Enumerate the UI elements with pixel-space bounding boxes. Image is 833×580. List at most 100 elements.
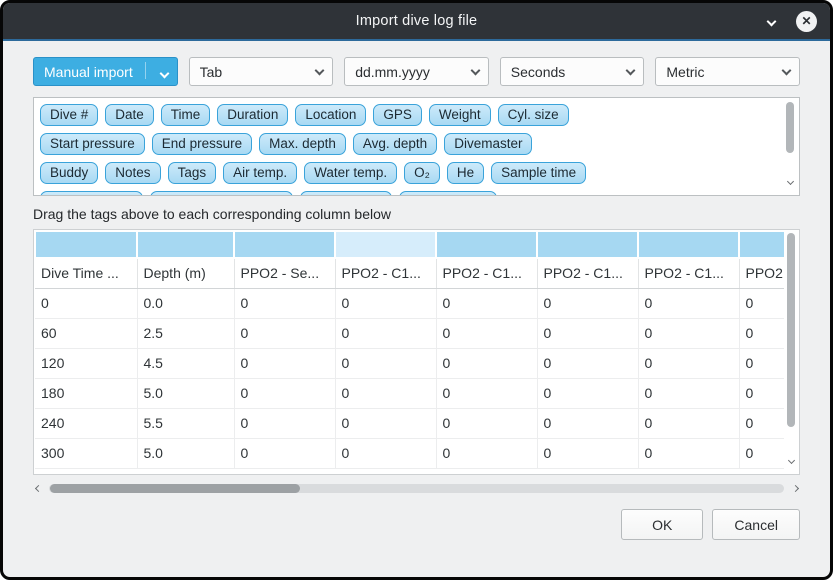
column-drop-cell[interactable]: [234, 231, 335, 258]
chevron-down-icon: [464, 67, 479, 74]
tag-pill[interactable]: Weight: [429, 104, 491, 126]
table-cell: 0: [335, 438, 436, 468]
table-cell: 0: [234, 438, 335, 468]
column-header: Depth (m): [137, 258, 234, 288]
table-cell: 0: [335, 318, 436, 348]
duration-format-value: Seconds: [511, 64, 565, 80]
column-drop-cell[interactable]: [335, 231, 436, 258]
tag-pill[interactable]: Location: [295, 104, 366, 126]
table-cell: 0: [739, 438, 784, 468]
table-cell: 120: [35, 348, 137, 378]
ok-button[interactable]: OK: [621, 509, 703, 540]
tag-pill[interactable]: Sample temperature: [150, 191, 292, 195]
column-header: PPO2 - C1...: [335, 258, 436, 288]
column-drop-cell[interactable]: [638, 231, 739, 258]
tag-pill[interactable]: O₂: [404, 162, 440, 184]
tag-pill[interactable]: Water temp.: [304, 162, 397, 184]
tag-pill[interactable]: Start pressure: [40, 133, 145, 155]
table-cell: 0: [537, 378, 638, 408]
tag-pill[interactable]: Sample CNS: [399, 191, 497, 195]
table-cell: 0: [234, 318, 335, 348]
table-row: 1204.5000000: [35, 348, 784, 378]
tag-row: Dive # Date Time Duration Location GPS Weight C…: [40, 104, 779, 126]
cancel-button[interactable]: Cancel: [712, 509, 800, 540]
chevron-down-icon: [787, 178, 794, 185]
date-format-value: dd.mm.yyyy: [355, 64, 430, 80]
table-cell: 0: [335, 288, 436, 318]
tag-pill[interactable]: He: [447, 162, 484, 184]
date-format-select[interactable]: dd.mm.yyyy: [344, 57, 489, 86]
close-button[interactable]: ✕: [796, 11, 817, 32]
table-row: 1805.0000000: [35, 378, 784, 408]
tag-pill[interactable]: Avg. depth: [353, 133, 437, 155]
tag-pill[interactable]: End pressure: [152, 133, 252, 155]
column-drop-cell[interactable]: [137, 231, 234, 258]
tag-pill[interactable]: Notes: [105, 162, 160, 184]
table-cell: 0: [638, 318, 739, 348]
duration-format-select[interactable]: Seconds: [500, 57, 645, 86]
tag-pill[interactable]: Tags: [168, 162, 217, 184]
tag-pill[interactable]: Buddy: [40, 162, 98, 184]
tag-row: Buddy Notes Tags Air temp. Water temp. O₂ He Sa…: [40, 162, 779, 184]
chevron-down-icon: [775, 67, 790, 74]
table-cell: 300: [35, 438, 137, 468]
table-row: 00.0000000: [35, 288, 784, 318]
table-cell: 0: [436, 438, 537, 468]
table-cell: 0: [739, 378, 784, 408]
tag-pill[interactable]: Date: [105, 104, 154, 126]
hscroll-track[interactable]: [49, 484, 784, 493]
table-cell: 0: [537, 318, 638, 348]
column-drop-cell[interactable]: [436, 231, 537, 258]
tag-pill[interactable]: Dive #: [40, 104, 98, 126]
import-mode-select[interactable]: Manual import: [33, 57, 178, 86]
tag-area-scrollbar[interactable]: [784, 100, 797, 193]
table-cell: 0: [739, 348, 784, 378]
column-drop-cell[interactable]: [537, 231, 638, 258]
tag-pill[interactable]: Sample pO₂: [300, 191, 393, 195]
table-cell: 0: [234, 378, 335, 408]
tag-pill[interactable]: Air temp.: [223, 162, 297, 184]
table-cell: 5.0: [137, 378, 234, 408]
tag-pill[interactable]: Sample time: [491, 162, 586, 184]
field-separator-select[interactable]: Tab: [189, 57, 334, 86]
window-shade-button[interactable]: [762, 12, 780, 30]
table-cell: 0: [234, 408, 335, 438]
tag-pill[interactable]: GPS: [373, 104, 422, 126]
tag-pill[interactable]: Duration: [217, 104, 288, 126]
vscroll-thumb[interactable]: [787, 233, 795, 427]
scroll-right-button[interactable]: [790, 486, 800, 491]
tag-pill[interactable]: Time: [161, 104, 211, 126]
table-cell: 4.5: [137, 348, 234, 378]
hscroll-thumb[interactable]: [50, 484, 300, 493]
column-drop-cell[interactable]: [35, 231, 137, 258]
column-drop-cell[interactable]: [739, 231, 784, 258]
scroll-down-button[interactable]: [784, 179, 797, 191]
scroll-down-button[interactable]: [785, 458, 798, 470]
column-header: PPO2: [739, 258, 784, 288]
table-cell: 0: [335, 378, 436, 408]
chevron-down-icon: [308, 67, 323, 74]
field-separator-value: Tab: [200, 64, 223, 80]
table-cell: 0: [638, 438, 739, 468]
import-preview-table: Dive Time ...Depth (m)PPO2 - Se...PPO2 -…: [34, 230, 784, 469]
scroll-left-button[interactable]: [33, 486, 43, 491]
import-mode-value: Manual import: [44, 64, 133, 80]
table-vertical-scrollbar[interactable]: [785, 231, 798, 473]
vscroll-thumb[interactable]: [786, 102, 794, 153]
table-body: 00.0000000602.50000001204.50000001805.00…: [35, 288, 784, 468]
table-cell: 0: [638, 288, 739, 318]
tag-row: Sample depth Sample temperature Sample pO₂…: [40, 191, 779, 195]
tag-pill[interactable]: Max. depth: [259, 133, 346, 155]
table-cell: 0: [234, 348, 335, 378]
tag-pill[interactable]: Divemaster: [444, 133, 532, 155]
table-cell: 0: [638, 348, 739, 378]
table-cell: 0: [436, 378, 537, 408]
table-cell: 0: [537, 288, 638, 318]
table-row: 2405.5000000: [35, 408, 784, 438]
instruction-text: Drag the tags above to each correspondin…: [33, 206, 800, 222]
tag-pill[interactable]: Sample depth: [40, 191, 143, 195]
table-cell: 0: [234, 288, 335, 318]
units-select[interactable]: Metric: [655, 57, 800, 86]
tag-pill[interactable]: Cyl. size: [498, 104, 569, 126]
import-table-area: Dive Time ...Depth (m)PPO2 - Se...PPO2 -…: [33, 229, 800, 475]
